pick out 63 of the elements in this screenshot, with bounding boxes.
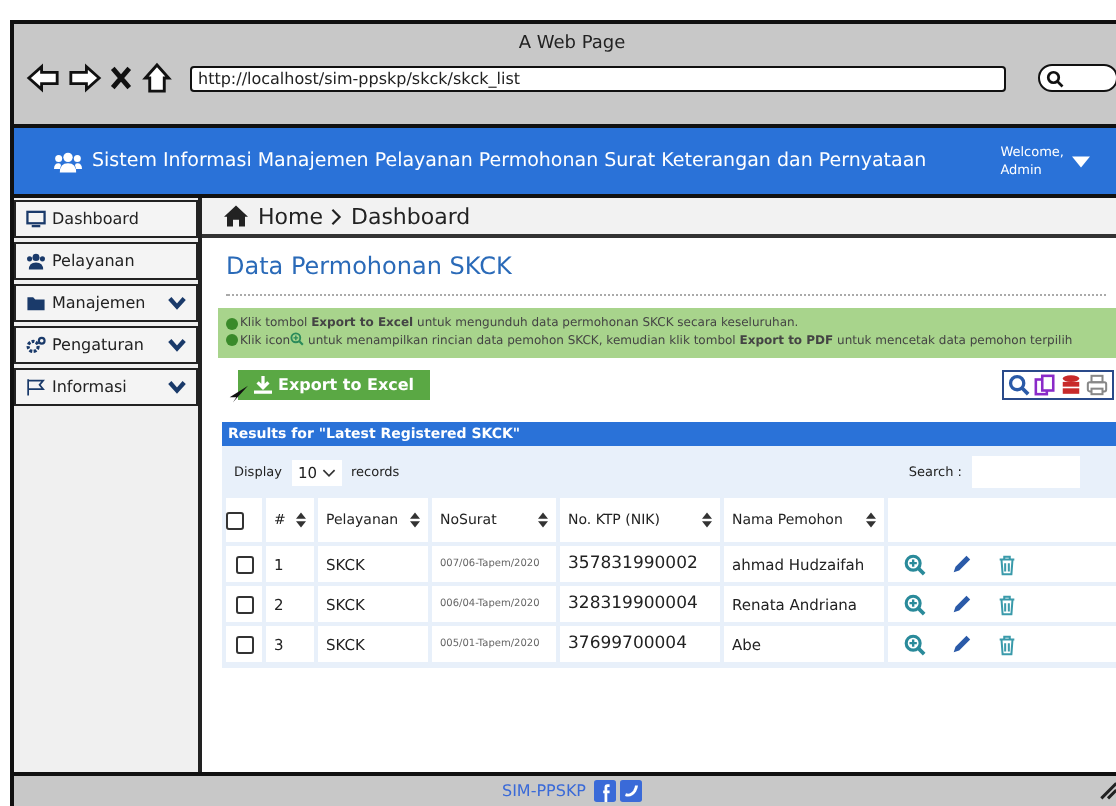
chevron-down-icon — [168, 296, 186, 310]
pencil-icon[interactable] — [950, 593, 972, 616]
zoom-in-icon[interactable] — [904, 633, 926, 656]
sort-icon — [410, 512, 420, 529]
monitor-icon — [26, 210, 46, 228]
users-icon — [26, 252, 46, 270]
sidebar-item[interactable]: Pelayanan — [14, 242, 198, 280]
chevron-down-icon — [168, 380, 186, 394]
sidebar-item[interactable]: Manajemen — [14, 284, 198, 322]
search-field[interactable] — [1038, 64, 1116, 92]
zoom-in-icon[interactable] — [904, 553, 926, 576]
close-icon[interactable] — [110, 62, 132, 94]
bullet-icon — [226, 318, 238, 330]
bullet-icon — [226, 334, 238, 347]
search-icon — [1046, 69, 1064, 87]
checkbox[interactable] — [235, 595, 253, 614]
forward-icon[interactable] — [68, 62, 102, 94]
zoom-in-icon[interactable] — [904, 593, 926, 616]
footer-text: SIM-PPSKP — [501, 782, 587, 800]
sort-icon — [702, 512, 712, 529]
sidebar-item[interactable]: Dashboard — [14, 200, 198, 238]
chevron-right-icon — [330, 207, 343, 225]
home-icon[interactable] — [140, 62, 174, 94]
pencil-icon[interactable] — [950, 553, 972, 576]
sidebar-item[interactable]: Pengaturan — [14, 326, 198, 364]
download-icon — [254, 376, 272, 395]
users-icon — [54, 149, 82, 173]
print-icon[interactable] — [1086, 374, 1108, 397]
home-icon[interactable] — [222, 204, 250, 228]
resize-grip-icon[interactable] — [1098, 780, 1116, 800]
breadcrumb-link[interactable]: Home — [258, 203, 323, 229]
table-cell: 328319900004 — [560, 586, 720, 623]
sort-icon — [296, 512, 306, 529]
sort-icon — [866, 512, 876, 529]
table-cell: 37699700004 — [560, 626, 720, 663]
trash-icon[interactable] — [996, 633, 1018, 656]
back-icon[interactable] — [26, 62, 60, 94]
breadcrumb-current: Dashboard — [350, 203, 471, 229]
sort-icon — [538, 512, 548, 529]
address-bar[interactable]: http://localhost/sim-ppskp/skck/skck_list — [190, 65, 1006, 91]
database-icon[interactable] — [1060, 374, 1082, 397]
app-title: Sistem Informasi Manajemen Pelayanan Permohonan Surat Keterangan dan Pernyataan — [92, 150, 929, 172]
search-icon[interactable] — [1008, 374, 1030, 397]
window-title: A Web Page — [516, 32, 628, 54]
chevron-down-icon — [321, 467, 336, 478]
trash-icon[interactable] — [996, 593, 1018, 616]
trash-icon[interactable] — [996, 553, 1018, 576]
checkbox[interactable] — [226, 511, 244, 530]
page-title: Data Permohonan SKCK — [224, 250, 514, 280]
zoom-in-icon — [290, 332, 305, 347]
checkbox[interactable] — [235, 635, 253, 654]
folder-icon — [26, 294, 46, 312]
caret-icon — [1072, 155, 1090, 167]
flag-icon — [26, 378, 46, 396]
pencil-icon[interactable] — [950, 633, 972, 656]
table-cell: 357831990002 — [560, 546, 720, 583]
chevron-down-icon — [168, 338, 186, 352]
copy-icon[interactable] — [1034, 374, 1056, 397]
checkbox[interactable] — [235, 555, 253, 574]
gears-icon — [26, 336, 46, 354]
sidebar-item[interactable]: Informasi — [14, 368, 198, 406]
cursor-icon — [226, 384, 250, 405]
facebook-icon[interactable] — [594, 780, 617, 802]
